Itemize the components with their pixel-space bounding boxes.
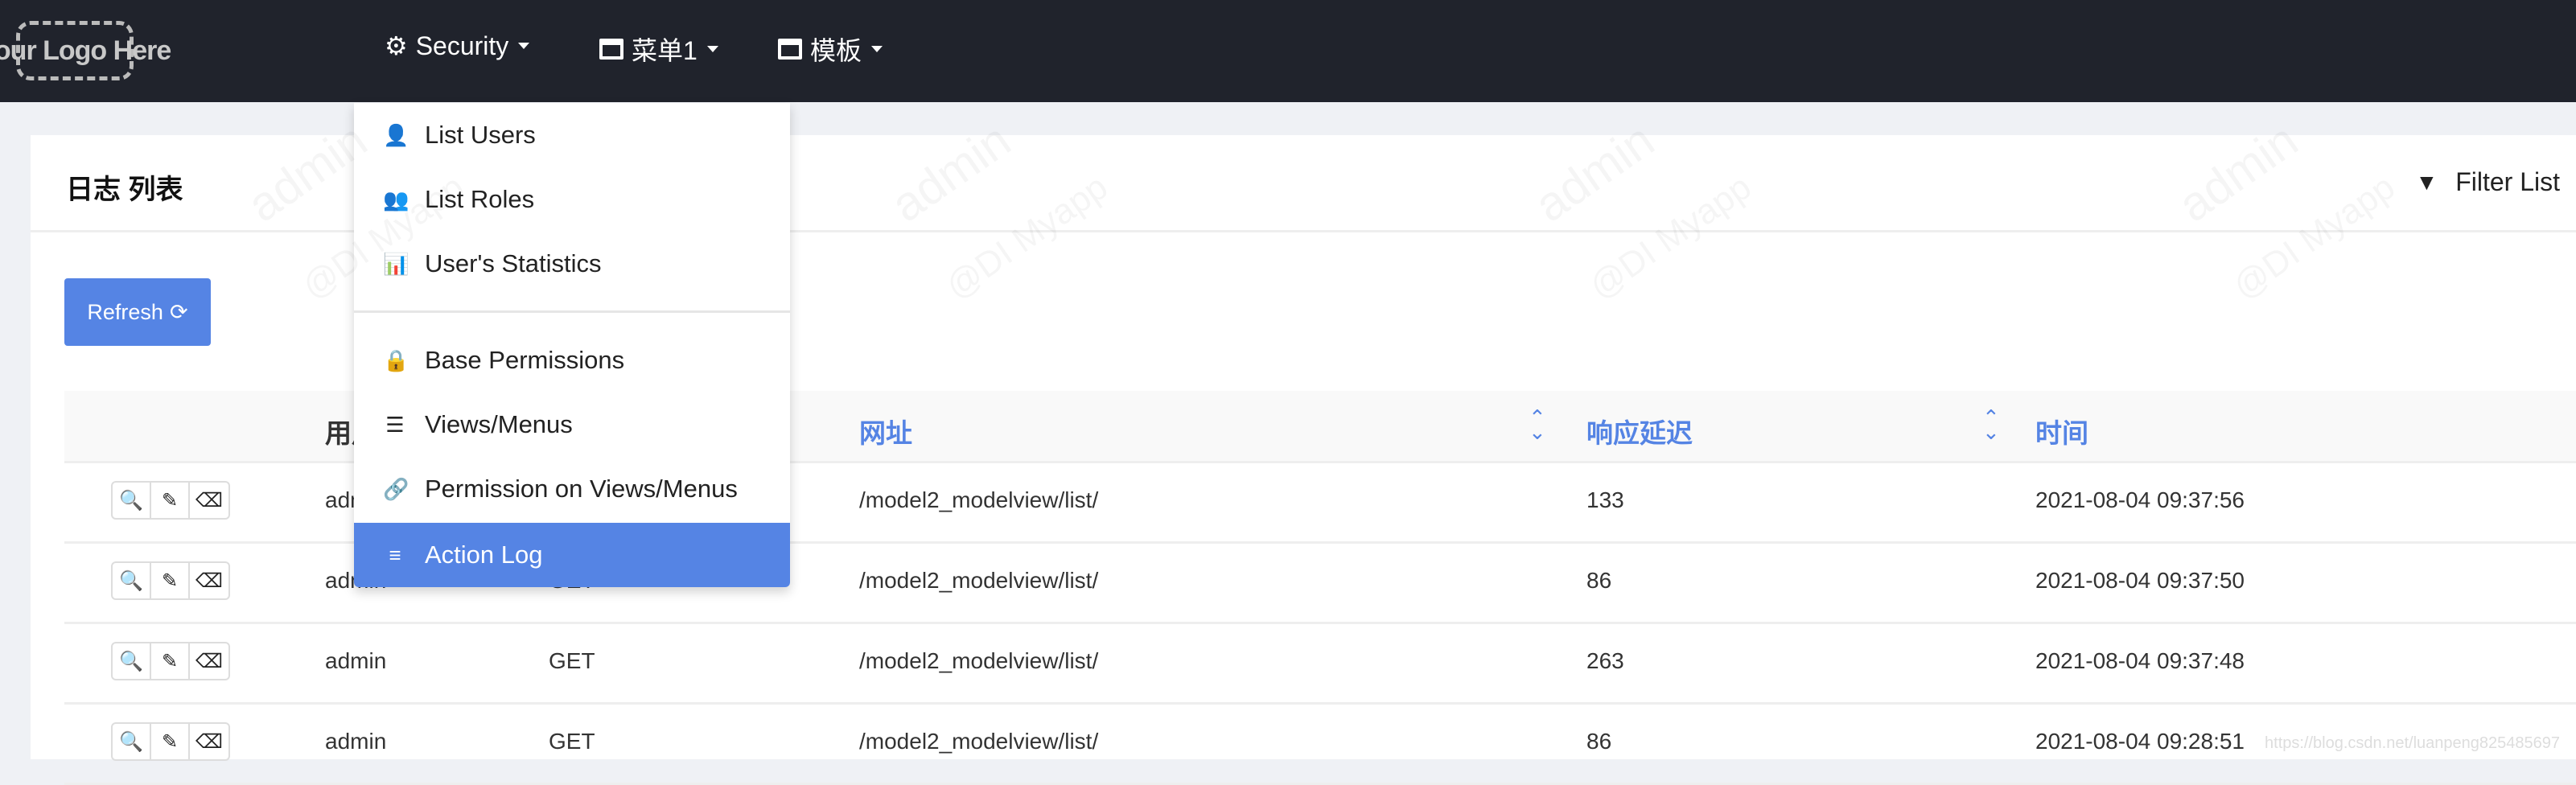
nav-templates[interactable]: 模板 — [778, 31, 883, 68]
edit-icon[interactable]: ✎ — [151, 483, 190, 518]
edit-icon[interactable]: ✎ — [151, 563, 190, 598]
menu-item-action-log[interactable]: ≡ Action Log — [354, 523, 790, 587]
cell-latency: 86 — [1586, 729, 1612, 754]
header-time[interactable]: 时间 — [2035, 412, 2088, 450]
refresh-label: Refresh — [87, 299, 163, 324]
menu-label: Permission on Views/Menus — [425, 475, 738, 503]
menu-label: User's Statistics — [425, 249, 602, 277]
row-actions: 🔍 ✎ ⌫ — [111, 722, 230, 761]
delete-icon[interactable]: ⌫ — [190, 724, 228, 759]
sort-icon[interactable]: ⌃ ⌄ — [1982, 407, 2000, 442]
cell-time: 2021-08-04 09:28:51 — [2035, 729, 2245, 754]
row-actions: 🔍 ✎ ⌫ — [111, 481, 230, 520]
delete-icon[interactable]: ⌫ — [190, 643, 228, 679]
caret-down-icon — [518, 43, 530, 49]
window-icon — [599, 39, 623, 60]
filter-list-button[interactable]: ▼ Filter List — [2415, 167, 2576, 197]
nav-label: 模板 — [810, 36, 862, 65]
credit-watermark: https://blog.csdn.net/luanpeng825485697 — [2265, 734, 2560, 752]
users-icon: 👥 — [383, 187, 409, 212]
menu-label: Base Permissions — [425, 346, 625, 374]
row-actions: 🔍 ✎ ⌫ — [111, 561, 230, 600]
caret-down-icon — [706, 46, 718, 52]
cell-url: /model2_modelview/list/ — [859, 729, 1099, 754]
security-dropdown: 👤 List Users 👥 List Roles 📊 User's Statisti… — [354, 103, 790, 587]
cogs-icon: ⚙ — [385, 31, 408, 60]
menu-item-user-statistics[interactable]: 📊 User's Statistics — [354, 232, 790, 296]
lock-icon: 🔒 — [383, 347, 409, 372]
cell-latency: 263 — [1586, 648, 1624, 673]
edit-icon[interactable]: ✎ — [151, 643, 190, 679]
table-row: 🔍✎⌫ admin GET /model2_modelview/list/ 86… — [64, 705, 2576, 785]
nav-label: 菜单1 — [632, 36, 697, 65]
view-icon[interactable]: 🔍 — [113, 483, 151, 518]
menu-item-base-permissions[interactable]: 🔒 Base Permissions — [354, 328, 790, 392]
logo[interactable]: Your Logo Here — [0, 21, 171, 80]
refresh-button[interactable]: Refresh ⟳ — [64, 278, 211, 346]
menu-item-list-roles[interactable]: 👥 List Roles — [354, 167, 790, 232]
nav-label: Security — [415, 31, 509, 60]
menu-label: List Roles — [425, 185, 535, 213]
cell-time: 2021-08-04 09:37:56 — [2035, 487, 2245, 512]
cell-latency: 133 — [1586, 487, 1624, 512]
menu-item-list-users[interactable]: 👤 List Users — [354, 103, 790, 167]
view-icon[interactable]: 🔍 — [113, 724, 151, 759]
header-url[interactable]: 网址 — [859, 412, 912, 450]
user-icon: 👤 — [383, 122, 409, 147]
sort-icon[interactable]: ⌃ ⌄ — [1529, 407, 1546, 442]
menu-label: List Users — [425, 121, 536, 149]
caret-down-icon — [871, 46, 883, 52]
cell-url: /model2_modelview/list/ — [859, 568, 1099, 593]
refresh-icon: ⟳ — [169, 299, 188, 324]
list-alt-icon: ☰ — [385, 412, 405, 437]
menu-item-views-menus[interactable]: ☰ Views/Menus — [354, 392, 790, 457]
cell-url: /model2_modelview/list/ — [859, 487, 1099, 512]
row-actions: 🔍 ✎ ⌫ — [111, 642, 230, 680]
navbar: Your Logo Here ⚙Security 菜单1 模板 — [0, 0, 2576, 102]
cell-url: /model2_modelview/list/ — [859, 648, 1099, 673]
window-icon — [778, 39, 802, 60]
nav-menu1[interactable]: 菜单1 — [599, 31, 718, 68]
cell-method: GET — [549, 729, 595, 754]
list-ol-icon: ≡ — [389, 542, 401, 567]
cell-method: GET — [549, 648, 595, 673]
filter-label: Filter List — [2455, 167, 2560, 196]
menu-label: Action Log — [425, 540, 543, 569]
bar-chart-icon: 📊 — [383, 251, 409, 276]
menu-item-permission-views-menus[interactable]: 🔗 Permission on Views/Menus — [354, 457, 790, 521]
table-row: 🔍 ✎ ⌫ admin GET /model2_modelview/list/ 26… — [64, 624, 2576, 705]
delete-icon[interactable]: ⌫ — [190, 483, 228, 518]
cell-time: 2021-08-04 09:37:48 — [2035, 648, 2245, 673]
filter-icon: ▼ — [2415, 169, 2438, 195]
menu-label: Views/Menus — [425, 410, 573, 438]
view-icon[interactable]: 🔍 — [113, 563, 151, 598]
cell-user: admin — [325, 648, 387, 673]
header-latency[interactable]: 响应延迟 — [1586, 412, 1693, 450]
cell-latency: 86 — [1586, 568, 1612, 593]
page-title: 日志 列表 — [66, 175, 183, 205]
view-icon[interactable]: 🔍 — [113, 643, 151, 679]
cell-time: 2021-08-04 09:37:50 — [2035, 568, 2245, 593]
cell-user: admin — [325, 729, 387, 754]
nav-security[interactable]: ⚙ Security — [385, 31, 530, 61]
delete-icon[interactable]: ⌫ — [190, 563, 228, 598]
edit-icon[interactable]: ✎ — [151, 724, 190, 759]
menu-divider — [354, 310, 790, 313]
link-icon: 🔗 — [383, 476, 409, 501]
